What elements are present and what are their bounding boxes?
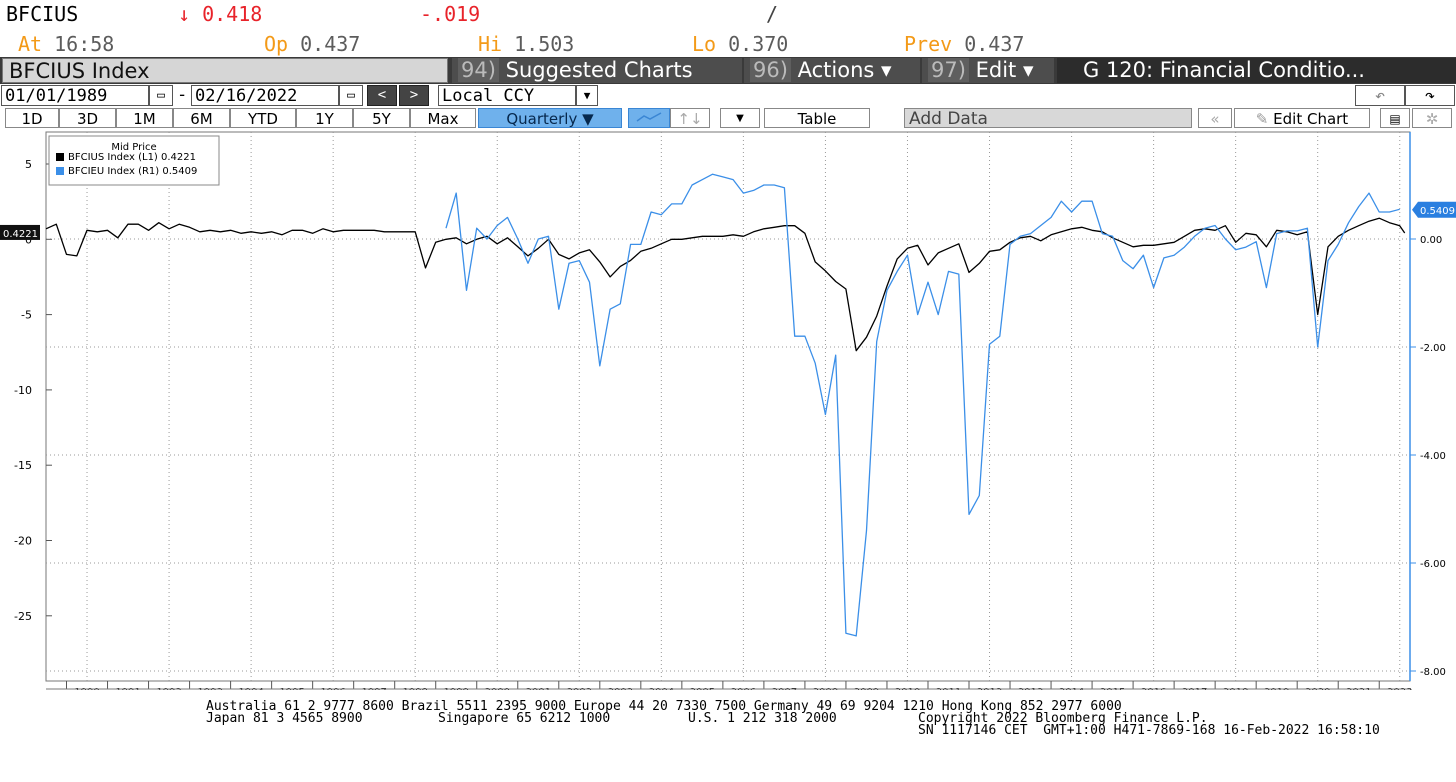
security-field[interactable]: BFCIUS Index [2,58,448,83]
edit-chart-button[interactable]: ✎ Edit Chart [1234,108,1370,128]
left-tick-label: -15 [14,459,32,472]
legend-swatch [56,153,64,161]
period-5y-button[interactable]: 5Y [353,108,410,128]
low-value: 0.370 [728,32,789,56]
prev-label: Prev [904,32,953,56]
series-line-bfcius-index [45,217,1406,352]
edit-chart-label: Edit Chart [1273,110,1349,128]
table-button[interactable]: Table [764,108,870,128]
suggested-charts-menu[interactable]: 94) Suggested Charts [452,58,742,83]
settings-gear-icon[interactable]: ✲ [1412,108,1452,128]
chart-grid [45,131,1411,682]
end-date-input[interactable]: 02/16/2022 [191,85,339,106]
ticker-symbol: BFCIUS [6,2,79,26]
left-tick-label: 5 [25,158,32,171]
footer-session-info: SN 1117146 CET GMT+1:00 H471-7869-168 16… [918,723,1380,738]
period-1d-button[interactable]: 1D [5,108,59,128]
annotate-icon[interactable]: ▤ [1380,108,1410,128]
suggested-charts-number: 94) [458,58,499,82]
financial-conditions-chart: 50-5-10-15-20-25 0.00-2.00-4.00-6.00-8.0… [0,131,1456,690]
right-tick-label: -8.00 [1420,667,1446,678]
period-1y-button[interactable]: 1Y [296,108,353,128]
low-label: Lo [692,32,717,56]
bid-ask-separator: / [766,2,779,26]
period-6m-button[interactable]: 6M [173,108,230,128]
undo-button[interactable]: ↶ [1355,85,1405,106]
right-tick-label: 0.00 [1420,235,1442,246]
open-field: Op 0.437 [264,32,360,56]
frequency-select[interactable]: Quarterly ▼ [478,108,622,128]
left-tick-label: -25 [14,610,32,623]
plot-frame [45,131,1411,682]
high-label: Hi [478,32,503,56]
low-field: Lo 0.370 [692,32,788,56]
right-tick-label: -6.00 [1420,559,1446,570]
right-last-value-label: 0.5409 [1420,206,1455,217]
chart-toolbar: 1D 3D 1M 6M YTD 1Y 5Y Max Quarterly ▼ ↑↓… [0,108,1456,129]
open-value: 0.437 [300,32,361,56]
collapse-button[interactable]: « [1198,108,1232,128]
series-line-bfcieu-index [445,173,1400,637]
period-max-button[interactable]: Max [410,108,476,128]
title-bar: BFCIUS Index 94) Suggested Charts 96) Ac… [0,57,1456,84]
at-label: At [18,32,43,56]
legend-swatch [56,167,64,175]
redo-button[interactable]: ↷ [1405,85,1455,106]
at-field: At 16:58 [18,32,114,56]
at-value: 16:58 [54,32,115,56]
end-calendar-icon[interactable]: ▭ [339,85,363,106]
last-value-labels: 0.4221 0.5409 [0,201,1456,240]
actions-label: Actions ▾ [797,58,892,82]
left-tick-label: -20 [14,535,32,548]
left-tick-label: -5 [21,309,32,322]
currency-dropdown-icon[interactable]: ▼ [576,85,598,106]
footer-singapore: Singapore 65 6212 1000 [438,711,611,726]
actions-number: 96) [750,58,791,82]
date-range-row: 01/01/1989 ▭ - 02/16/2022 ▭ < > Local CC… [0,85,1456,107]
prev-period-button[interactable]: < [367,85,397,106]
add-data-input[interactable]: Add Data [904,108,1192,128]
x-axis: 1990199119921993199419951996199719981999… [46,681,1412,690]
change-value: .019 [432,2,481,26]
start-date-input[interactable]: 01/01/1989 [1,85,149,106]
prev-field: Prev 0.437 [904,32,1024,56]
change-sign: - [420,2,433,26]
left-tick-label: -10 [14,384,32,397]
right-tick-label: -4.00 [1420,451,1446,462]
prev-value: 0.437 [964,32,1025,56]
period-ytd-button[interactable]: YTD [230,108,296,128]
function-title: G 120: Financial Conditio... [1057,58,1456,83]
right-tick-label: -2.00 [1420,343,1446,354]
high-field: Hi 1.503 [478,32,574,56]
left-last-value-label: 0.4221 [3,229,38,240]
actions-menu[interactable]: 96) Actions ▾ [744,58,920,83]
suggested-charts-label: Suggested Charts [505,58,693,82]
open-label: Op [264,32,289,56]
price-change: -.019 [420,2,480,26]
footer-japan: Japan 81 3 4565 8900 [206,711,363,726]
series-lines [45,173,1406,637]
line-chart-icon[interactable] [628,108,670,128]
start-calendar-icon[interactable]: ▭ [149,85,173,106]
footer-us: U.S. 1 212 318 2000 [688,711,837,726]
edit-menu[interactable]: 97) Edit ▾ [922,58,1054,83]
edit-number: 97) [928,58,969,82]
edit-label: Edit ▾ [975,58,1034,82]
period-1m-button[interactable]: 1M [116,108,173,128]
legend-entry: BFCIUS Index (L1) 0.4221 [68,152,196,163]
chart-type-dropdown-icon[interactable]: ▼ [720,108,760,128]
high-value: 1.503 [514,32,575,56]
period-3d-button[interactable]: 3D [59,108,116,128]
currency-select[interactable]: Local CCY [438,85,576,106]
date-separator: - [177,85,188,105]
next-period-button[interactable]: > [399,85,429,106]
pencil-icon: ✎ [1255,110,1269,128]
legend-entry: BFCIEU Index (R1) 0.5409 [68,166,197,177]
candlestick-icon[interactable]: ↑↓ [670,108,710,128]
chart-legend[interactable]: Mid PriceBFCIUS Index (L1) 0.4221BFCIEU … [48,135,220,186]
last-price: ↓ 0.418 [178,2,263,26]
